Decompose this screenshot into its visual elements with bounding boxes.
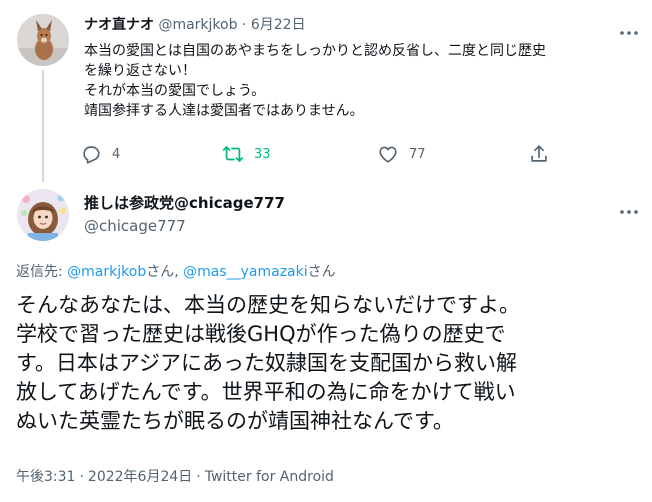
tweet-time[interactable]: 午後3:31	[16, 469, 75, 485]
reply-button[interactable]: 4	[80, 143, 120, 165]
reply-count: 4	[112, 146, 121, 162]
tweet-thread: ナオ直ナオ @markjkob · 6月22日 本当の愛国とは自国のあやまちをし…	[0, 0, 652, 502]
retweet-button[interactable]: 33	[222, 143, 271, 165]
reply-icon	[80, 143, 102, 165]
dog-avatar-image	[17, 14, 69, 66]
share-icon	[528, 143, 550, 165]
tweet-text-line: それが本当の愛国でしょう。	[84, 83, 266, 99]
thread-connector-line	[42, 70, 44, 182]
retweet-count: 33	[254, 146, 271, 162]
tweet-text-line: 学校で習った歴史は戦後GHQが作った偽りの歴史で	[16, 322, 506, 346]
mention-suffix: さん,	[146, 264, 184, 280]
retweet-icon	[222, 143, 244, 165]
replying-to: 返信先: @markjkobさん, @mas__yamazakiさん	[16, 262, 336, 282]
tweet-source[interactable]: Twitter for Android	[205, 469, 334, 485]
parent-tweet-text: 本当の愛国とは自国のあやまちをしっかりと認め反省し、二度と同じ歴史 を繰り返さな…	[84, 41, 644, 121]
mention-suffix: さん	[307, 264, 336, 280]
like-count: 77	[409, 146, 426, 162]
separator: ·	[241, 17, 247, 33]
share-button[interactable]	[528, 143, 550, 165]
parent-tweet-header: ナオ直ナオ @markjkob · 6月22日	[84, 15, 306, 35]
separator: ·	[79, 469, 84, 485]
main-tweet-text: そんなあなたは、本当の歴史を知らないだけですよ。 学校で習った歴史は戦後GHQが…	[16, 291, 646, 436]
more-icon[interactable]	[618, 201, 640, 214]
tweet-text-line: を繰り返さない！	[84, 63, 196, 79]
handle[interactable]: @chicage777	[84, 216, 186, 236]
tweet-date[interactable]: 6月22日	[251, 17, 306, 33]
avatar[interactable]	[17, 14, 69, 66]
reply-prefix: 返信先:	[16, 264, 68, 280]
mention-link[interactable]: @markjkob	[67, 264, 146, 280]
like-button[interactable]: 77	[377, 143, 426, 165]
heart-icon	[377, 143, 399, 165]
display-name[interactable]: 推しは参政党@chicage777	[84, 193, 285, 213]
tweet-text-line: 靖国参拝する人達は愛国者ではありません。	[84, 103, 364, 119]
tweet-text-line: す。日本はアジアにあった奴隷国を支配国から救い解	[16, 351, 518, 375]
tweet-date[interactable]: 2022年6月24日	[88, 469, 192, 485]
handle[interactable]: @markjkob	[158, 17, 237, 33]
tweet-text-line: 放してあげたんです。世界平和の為に命をかけて戦い	[16, 380, 516, 404]
tweet-text-line: そんなあなたは、本当の歴史を知らないだけですよ。	[16, 293, 520, 317]
avatar[interactable]	[17, 189, 69, 241]
tweet-metadata: 午後3:31 · 2022年6月24日 · Twitter for Android	[16, 467, 334, 487]
tweet-text-line: ぬいた英霊たちが眠るのが靖国神社なんです。	[16, 409, 454, 433]
user-avatar-image	[17, 189, 69, 241]
separator: ·	[196, 469, 201, 485]
more-icon[interactable]	[618, 22, 640, 35]
tweet-text-line: 本当の愛国とは自国のあやまちをしっかりと認め反省し、二度と同じ歴史	[84, 43, 546, 59]
display-name[interactable]: ナオ直ナオ	[84, 17, 154, 33]
mention-link[interactable]: @mas__yamazaki	[183, 264, 308, 280]
